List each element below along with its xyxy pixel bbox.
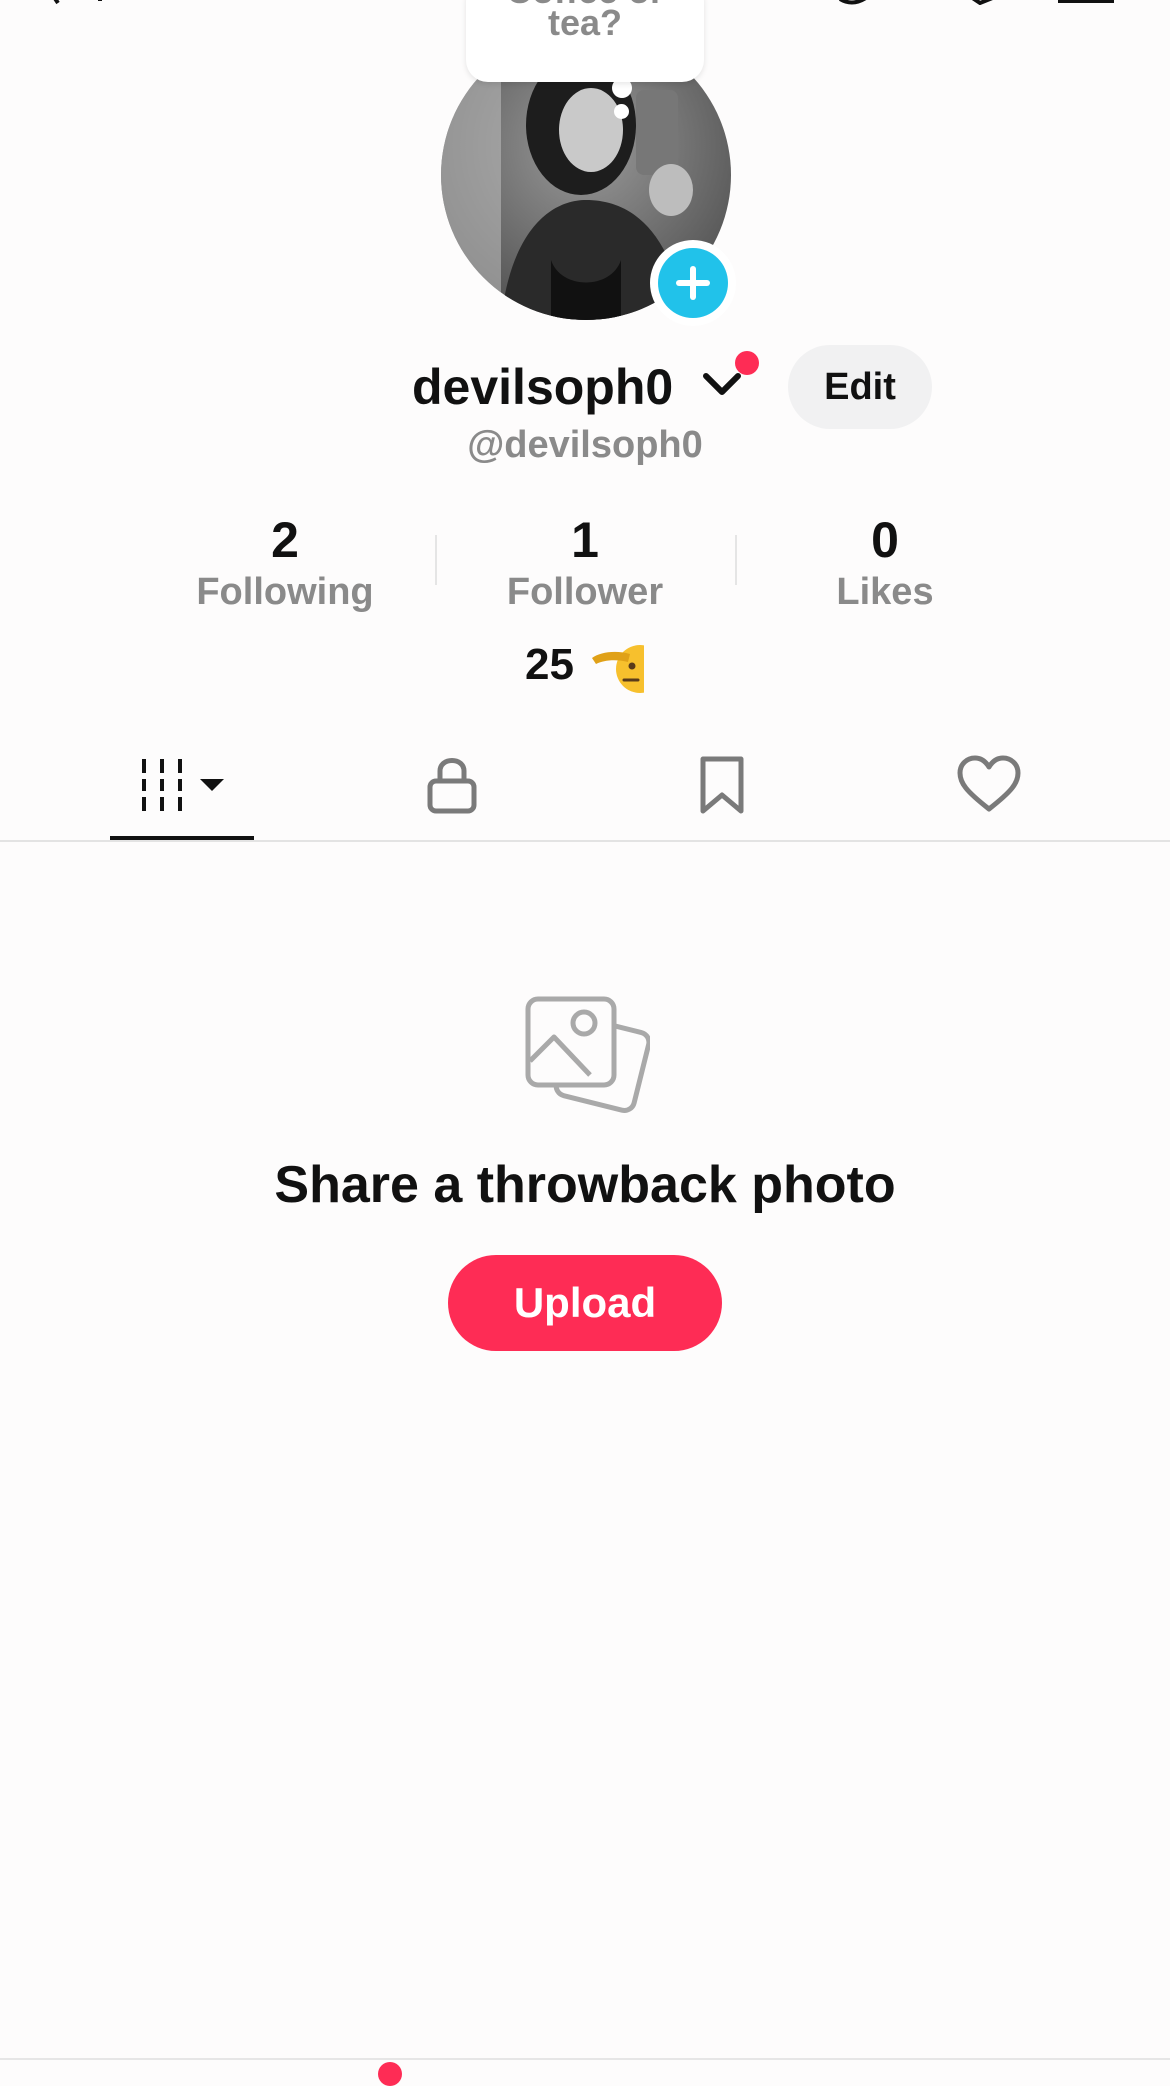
profile-handle: @devilsoph0 bbox=[467, 424, 703, 466]
profile-username[interactable]: devilsoph0 bbox=[412, 352, 673, 422]
stat-value: 0 bbox=[871, 512, 899, 568]
tab-favorites[interactable] bbox=[600, 735, 840, 840]
tab-liked[interactable] bbox=[868, 735, 1108, 840]
stat-divider bbox=[735, 535, 737, 585]
add-story-button[interactable] bbox=[650, 240, 736, 326]
stat-value: 2 bbox=[271, 512, 299, 568]
stat-followers[interactable]: 1 Follower bbox=[455, 510, 715, 614]
header-share-icon-fragment[interactable] bbox=[960, 0, 1020, 6]
tab-videos[interactable] bbox=[62, 735, 302, 840]
chevron-down-icon[interactable] bbox=[702, 370, 742, 405]
inbox-notification-dot bbox=[378, 2062, 402, 2086]
lock-icon bbox=[427, 758, 477, 814]
stat-following[interactable]: 2 Following bbox=[155, 510, 415, 614]
notification-dot bbox=[735, 351, 759, 375]
empty-state-title: Share a throwback photo bbox=[274, 1156, 896, 1214]
note-text-line2: tea? bbox=[547, 2, 623, 43]
upload-button[interactable]: Upload bbox=[448, 1255, 722, 1351]
stat-divider bbox=[435, 535, 437, 585]
photos-icon bbox=[520, 995, 652, 1130]
bookmark-icon bbox=[700, 756, 744, 814]
tab-private[interactable] bbox=[331, 735, 571, 840]
header-back-icon-fragment[interactable] bbox=[50, 0, 110, 5]
header-menu-icon-fragment[interactable] bbox=[1058, 0, 1118, 3]
bottom-nav-divider bbox=[0, 2058, 1170, 2060]
stat-likes: 0 Likes bbox=[755, 510, 1015, 614]
heart-icon bbox=[957, 755, 1021, 812]
stat-label: Likes bbox=[836, 571, 934, 613]
plus-icon bbox=[658, 248, 728, 318]
stat-label: Following bbox=[196, 571, 374, 613]
stat-label: Follower bbox=[506, 571, 664, 613]
note-bubble-dot bbox=[614, 104, 629, 119]
tabs-divider bbox=[0, 840, 1170, 842]
edit-profile-button[interactable]: Edit bbox=[788, 345, 932, 429]
header-add-friend-icon-fragment[interactable] bbox=[820, 0, 880, 5]
saluting-face-icon bbox=[590, 642, 644, 694]
note-bubble[interactable]: Coffee or tea? bbox=[466, 0, 704, 82]
profile-bio: 25 bbox=[525, 640, 574, 689]
grid-icon bbox=[142, 759, 182, 811]
stat-value: 1 bbox=[571, 512, 599, 568]
